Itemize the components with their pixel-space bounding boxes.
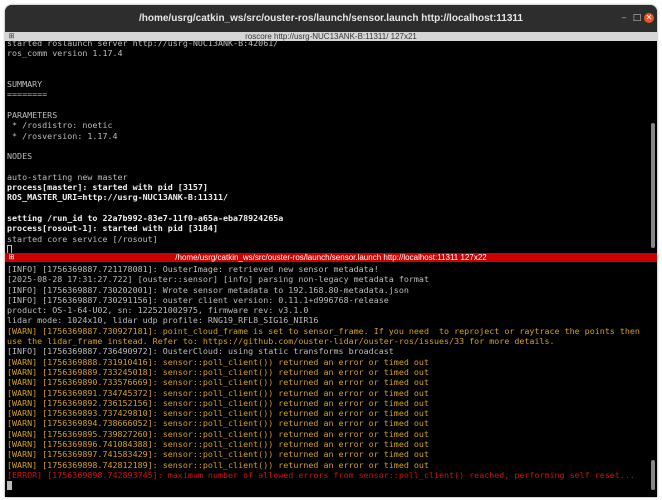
terminal-line: [ERROR] [1756369898.742893745]: maximum … — [7, 469, 635, 480]
roscore-terminal-output[interactable]: started roslaunch server http://usrg-NUC… — [7, 38, 283, 254]
terminal-line: [WARN] [1756369889.733245018]: sensor::p… — [7, 366, 429, 377]
window-title: /home/usrg/catkin_ws/src/ouster-ros/laun… — [138, 13, 523, 24]
terminal-line: [2025-08-28 17:31:27.722] [ouster::senso… — [7, 274, 429, 285]
terminal-line: ======== — [7, 89, 48, 100]
terminal-split-icon[interactable]: ⊞ — [8, 254, 15, 261]
terminal-line: [WARN] [1756369898.742812189]: sensor::p… — [7, 459, 429, 470]
terminal-line: process[rosout-1]: started with pid [318… — [7, 223, 218, 234]
maximize-icon[interactable]: □ — [632, 13, 642, 23]
sensor-launch-terminal-output[interactable]: [INFO] [1756369887.721178081]: OusterIma… — [7, 264, 640, 491]
terminal-line: [WARN] [1756369888.731910416]: sensor::p… — [7, 356, 429, 367]
terminal-line: started core service [/rosout] — [7, 233, 158, 244]
terminal-line: NODES — [7, 151, 33, 162]
bottom-pane-title: /home/usrg/catkin_ws/src/ouster-ros/laun… — [175, 253, 487, 262]
terminal-line: [WARN] [1756369892.736152156]: sensor::p… — [7, 397, 429, 408]
terminal-line: ros_comm version 1.17.4 — [7, 48, 123, 59]
terminal-line: lidar mode: 1024x10, lidar udp profile: … — [7, 315, 319, 326]
terminal-line: PARAMETERS — [7, 110, 58, 121]
terminal-window: /home/usrg/catkin_ws/src/ouster-ros/laun… — [5, 5, 657, 497]
terminal-line: [INFO] [1756369887.721178081]: OusterIma… — [7, 264, 379, 274]
terminal-line: SUMMARY — [7, 79, 43, 90]
terminal-line: started roslaunch server http://usrg-NUC… — [7, 38, 279, 48]
terminal-line: product: OS-1-64-U02, sn: 122521002975, … — [7, 305, 309, 316]
terminal-line: [WARN] [1756369893.737429810]: sensor::p… — [7, 408, 429, 419]
terminal-line: auto-starting new master — [7, 171, 128, 182]
terminal-line: [WARN] [1756369891.734745372]: sensor::p… — [7, 387, 429, 398]
terminal-cursor — [7, 481, 12, 491]
top-pane-scrollbar[interactable] — [651, 123, 655, 248]
terminal-line: [WARN] [1756369887.730927181]: point_clo… — [7, 325, 640, 336]
minimize-icon[interactable]: – — [619, 13, 629, 23]
terminal-line: [WARN] [1756369895.739827260]: sensor::p… — [7, 428, 429, 439]
terminal-line: [WARN] [1756369894.738666052]: sensor::p… — [7, 418, 429, 429]
terminal-line: setting /run_id to 22a7b992-83e7-11f0-a6… — [7, 213, 284, 224]
terminal-line: [WARN] [1756369897.741583429]: sensor::p… — [7, 449, 429, 460]
bottom-pane-header[interactable]: ⊞ /home/usrg/catkin_ws/src/ouster-ros/la… — [5, 253, 657, 262]
terminal-line: * /rosdistro: noetic — [7, 120, 113, 131]
terminal-line: use the lidar_frame instead. Refer to: h… — [7, 336, 555, 347]
terminal-line: ROS_MASTER_URI=http://usrg-NUC13ANK-B:11… — [7, 192, 229, 203]
window-titlebar[interactable]: /home/usrg/catkin_ws/src/ouster-ros/laun… — [5, 5, 657, 32]
terminal-line: [INFO] [1756369887.730202001]: Wrote sen… — [7, 284, 409, 295]
terminal-line: process[master]: started with pid [3157] — [7, 182, 208, 193]
bottom-pane-scrollbar[interactable] — [651, 460, 655, 490]
terminal-line: [WARN] [1756369896.741084388]: sensor::p… — [7, 439, 429, 450]
terminal-line: [WARN] [1756369890.733576669]: sensor::p… — [7, 377, 429, 388]
terminal-line: [INFO] [1756369887.736490972]: OusterClo… — [7, 346, 394, 357]
terminal-line: [INFO] [1756369887.730291156]: ouster cl… — [7, 294, 389, 305]
terminal-line: * /rosversion: 1.17.4 — [7, 130, 118, 141]
close-icon[interactable]: ✕ — [644, 13, 654, 23]
